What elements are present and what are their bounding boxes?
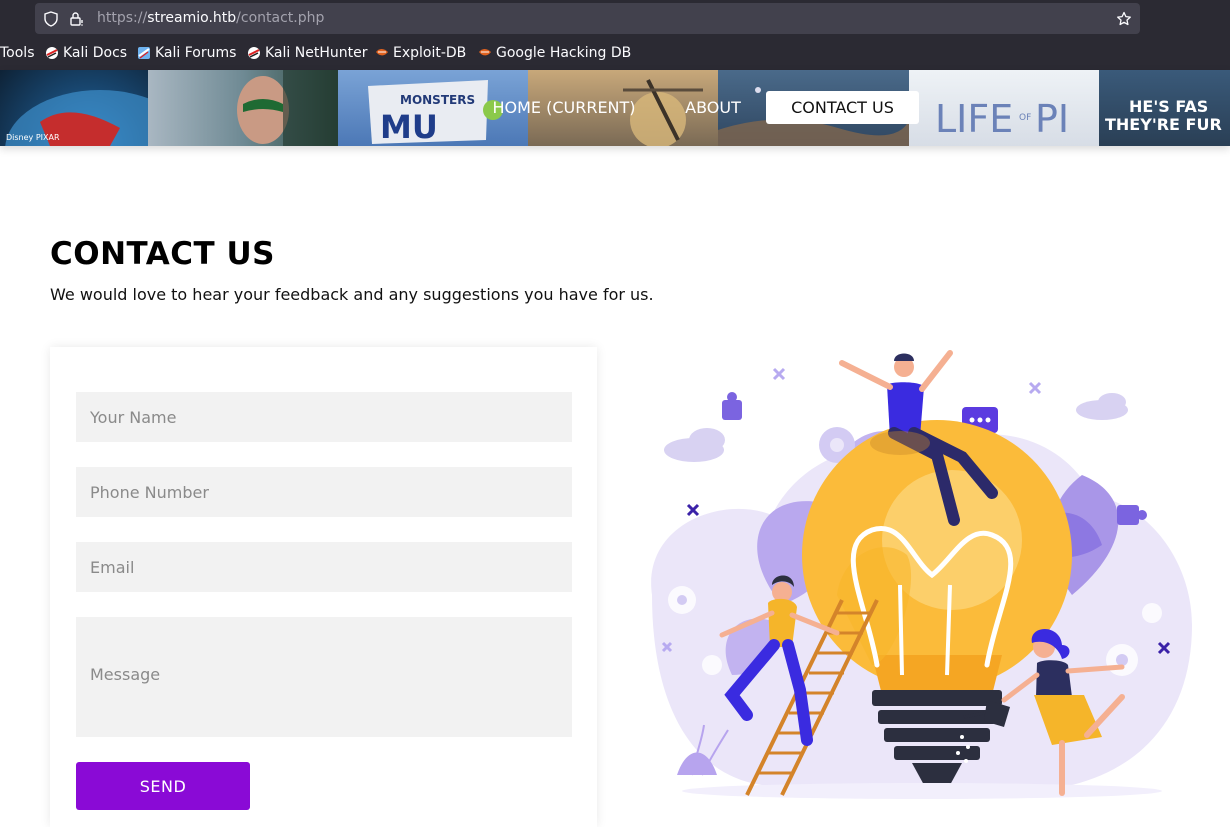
exploit-db-icon [376, 49, 388, 56]
bookmark-exploit-db[interactable]: Exploit-DB [375, 45, 466, 61]
bookmark-kali-docs[interactable]: Kali Docs [45, 45, 127, 61]
bookmarks-toolbar: Tools Kali Docs Kali Forums Kali NetHunt… [0, 44, 1230, 64]
kali-dragon-icon [46, 47, 58, 59]
header-banner: Disney PIXAR MONSTERS MU LIFE OF PI HE'S FA… [0, 70, 1230, 146]
poster-lantern [148, 70, 338, 146]
poster-pi-text: PI [1035, 97, 1069, 141]
poster-fast-text-1: HE'S FAS [1129, 97, 1208, 116]
nav-contact-us[interactable]: CONTACT US [766, 91, 919, 124]
bookmark-label: Kali Docs [63, 45, 128, 61]
poster-fast: HE'S FAS THEY'RE FUR [1099, 70, 1230, 146]
poster-cars-art: Disney PIXAR [5, 90, 148, 146]
poster-life-of-pi: LIFE OF PI [909, 70, 1099, 146]
ghdb-icon [479, 49, 491, 56]
bookmark-tools[interactable]: Tools [0, 45, 35, 61]
bookmark-label: Kali NetHunter [265, 45, 368, 61]
poster-pixar-text: Disney PIXAR [6, 133, 60, 142]
nav-home[interactable]: HOME (CURRENT) [488, 91, 640, 124]
page-subtitle: We would love to hear your feedback and … [50, 285, 654, 304]
insecure-lock-icon[interactable] [69, 11, 85, 27]
email-input[interactable] [76, 542, 572, 592]
kali-nethunter-icon [248, 47, 260, 59]
poster-fast-text-2: THEY'RE FUR [1105, 115, 1222, 134]
bookmark-label: Exploit-DB [393, 45, 467, 61]
shield-icon[interactable] [43, 11, 59, 27]
poster-mu-text: MU [380, 108, 438, 146]
name-input[interactable] [76, 392, 572, 442]
phone-input[interactable] [76, 467, 572, 517]
bookmark-kali-forums[interactable]: Kali Forums [137, 45, 236, 61]
bookmark-label: Google Hacking DB [496, 45, 632, 61]
nav-about[interactable]: ABOUT [678, 91, 748, 124]
poster-monsters-text: MONSTERS [400, 93, 475, 107]
url-text[interactable]: https://streamio.htb/contact.php [97, 10, 324, 26]
url-scheme: https:// [97, 10, 148, 26]
message-textarea[interactable] [76, 617, 572, 737]
poster-life-text: LIFE [935, 97, 1013, 141]
address-bar[interactable]: https://streamio.htb/contact.php [35, 3, 1140, 34]
page-title: CONTACT US [50, 236, 275, 272]
poster-lantern-art [237, 70, 338, 146]
bookmark-kali-nethunter[interactable]: Kali NetHunter [247, 45, 367, 61]
poster-lifeofpi-art: LIFE OF PI [935, 97, 1069, 141]
lightbulb-illustration [651, 350, 1192, 799]
poster-fast-art: HE'S FASTHEY'RE FUR [1105, 97, 1222, 134]
browser-chrome: https://streamio.htb/contact.php Tools K… [0, 0, 1230, 70]
bookmark-label: Tools [0, 45, 35, 61]
send-button[interactable]: SEND [76, 762, 250, 810]
kali-forums-icon [138, 47, 150, 59]
contact-form-card: SEND [50, 347, 597, 827]
star-bookmark-icon[interactable] [1116, 11, 1132, 27]
url-host: streamio.htb [147, 10, 237, 26]
poster-of-text: OF [1019, 113, 1031, 123]
bookmark-google-hacking-db[interactable]: Google Hacking DB [478, 45, 631, 61]
bookmark-label: Kali Forums [155, 45, 237, 61]
url-path: /contact.php [236, 10, 325, 26]
poster-cars: Disney PIXAR [0, 70, 148, 146]
